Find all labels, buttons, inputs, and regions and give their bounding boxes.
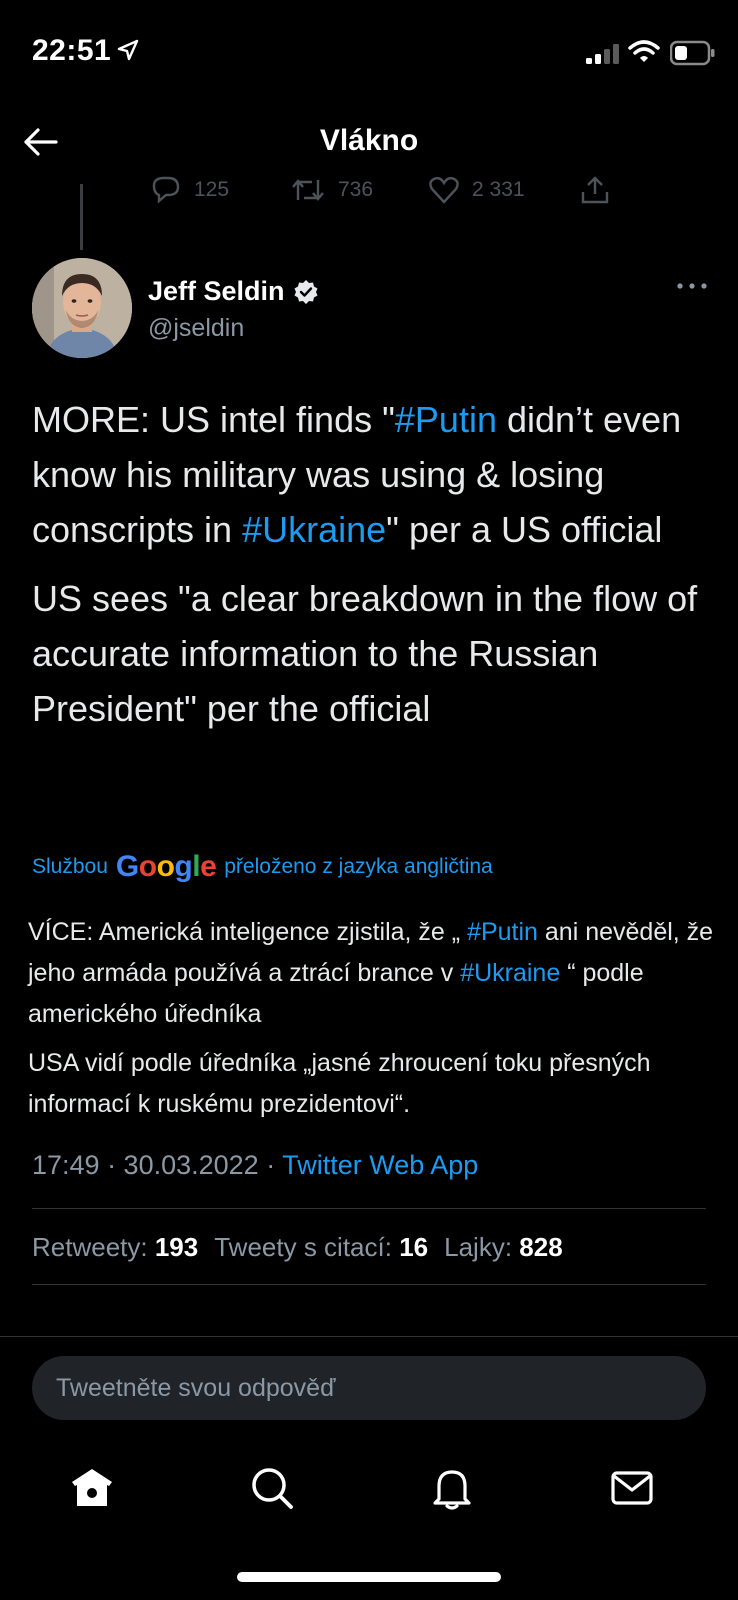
share-icon [581,176,609,204]
tweet-stats: Retweety: 193 Tweety s citací: 16 Lajky:… [32,1232,563,1263]
battery-icon [669,40,716,71]
quotes-stat[interactable]: Tweety s citací: 16 [214,1232,428,1263]
search-icon [252,1468,293,1509]
translation-attribution: Službou Google přeloženo z jazyka anglič… [32,850,493,884]
author-name: Jeff Seldin [148,276,285,306]
previous-reply-count: 125 [194,178,230,201]
status-time: 22:51 [32,34,112,67]
cellular-signal-icon [586,44,620,69]
previous-like-count: 2 331 [472,178,525,201]
reply-icon [152,176,180,204]
translation-hashtag-putin[interactable]: #Putin [467,918,538,946]
author-handle[interactable]: @jseldin [148,314,244,343]
tweet-text: MORE: US intel finds "#Putin didn’t even… [32,392,712,736]
divider [32,1208,706,1209]
tweet-text-segment: " per a US official [386,509,663,550]
retweets-stat[interactable]: Retweety: 193 [32,1232,198,1263]
quotes-count: 16 [399,1232,429,1262]
reply-input[interactable]: Tweetněte svou odpověď [32,1356,706,1420]
tweet-paragraph-1: MORE: US intel finds "#Putin didn’t even… [32,392,712,557]
home-indicator[interactable] [237,1572,501,1582]
hashtag-ukraine[interactable]: #Ukraine [242,509,386,550]
likes-label: Lajky: [444,1232,513,1262]
translation-paragraph-1: VÍCE: Americká inteligence zjistila, že … [28,912,718,1035]
previous-share-action[interactable] [580,176,610,204]
wifi-icon [628,40,660,69]
tab-notifications[interactable] [426,1462,478,1514]
author-name-row[interactable]: Jeff Seldin [148,276,319,307]
translation-prefix: Službou [32,855,108,878]
translation-paragraph-2: USA vidí podle úředníka „jasné zhroucení… [28,1049,651,1118]
tweet-source-link[interactable]: Twitter Web App [282,1150,478,1180]
more-options-button[interactable] [672,276,712,296]
tab-bar [0,1448,738,1528]
avatar[interactable] [32,258,132,358]
retweets-count: 193 [154,1232,199,1262]
avatar-portrait-icon [32,258,132,358]
tweet-author: Jeff Seldin @jseldin [32,258,712,362]
previous-retweet-action[interactable]: 736 [290,176,373,204]
translation-hashtag-ukraine[interactable]: #Ukraine [460,959,560,987]
tab-search[interactable] [246,1462,298,1514]
previous-tweet-actions: 125 736 2 331 [0,176,738,206]
translation-suffix: přeloženo z jazyka angličtina [224,855,493,878]
page-title: Vlákno [319,124,419,157]
home-icon [72,1469,112,1506]
heart-icon [429,176,459,204]
tweet-paragraph-2: US sees "a clear breakdown in the flow o… [32,578,698,729]
tab-messages[interactable] [606,1462,658,1514]
composer-separator [0,1336,738,1337]
previous-retweet-count: 736 [338,178,374,201]
likes-count: 828 [519,1232,563,1262]
quotes-label: Tweety s citací: [214,1232,392,1262]
tweet-text-segment: MORE: US intel finds " [32,399,395,440]
notifications-icon [433,1470,471,1510]
retweets-label: Retweety: [32,1232,148,1262]
location-arrow-icon [116,38,140,67]
status-bar: 22:51 [0,0,738,100]
tab-home[interactable] [66,1462,118,1514]
previous-like-action[interactable]: 2 331 [428,176,525,204]
tweet-meta: 17:49 · 30.03.2022 · Twitter Web App [32,1150,478,1181]
likes-stat[interactable]: Lajky: 828 [444,1232,563,1263]
more-dots-icon [677,283,707,289]
reply-placeholder: Tweetněte svou odpověď [56,1374,336,1402]
tweet-timestamp: 17:49 · 30.03.2022 · [32,1150,283,1180]
translated-text: VÍCE: Americká inteligence zjistila, že … [28,912,718,1125]
divider [32,1284,706,1285]
thread-header: Vlákno [0,100,738,184]
translation-segment: VÍCE: Americká inteligence zjistila, že … [28,918,468,946]
messages-icon [611,1471,653,1505]
verified-badge-icon [294,279,318,304]
google-logo: Google [115,850,217,883]
hashtag-putin[interactable]: #Putin [395,399,497,440]
previous-reply-action[interactable]: 125 [150,176,229,204]
retweet-icon [292,179,324,201]
